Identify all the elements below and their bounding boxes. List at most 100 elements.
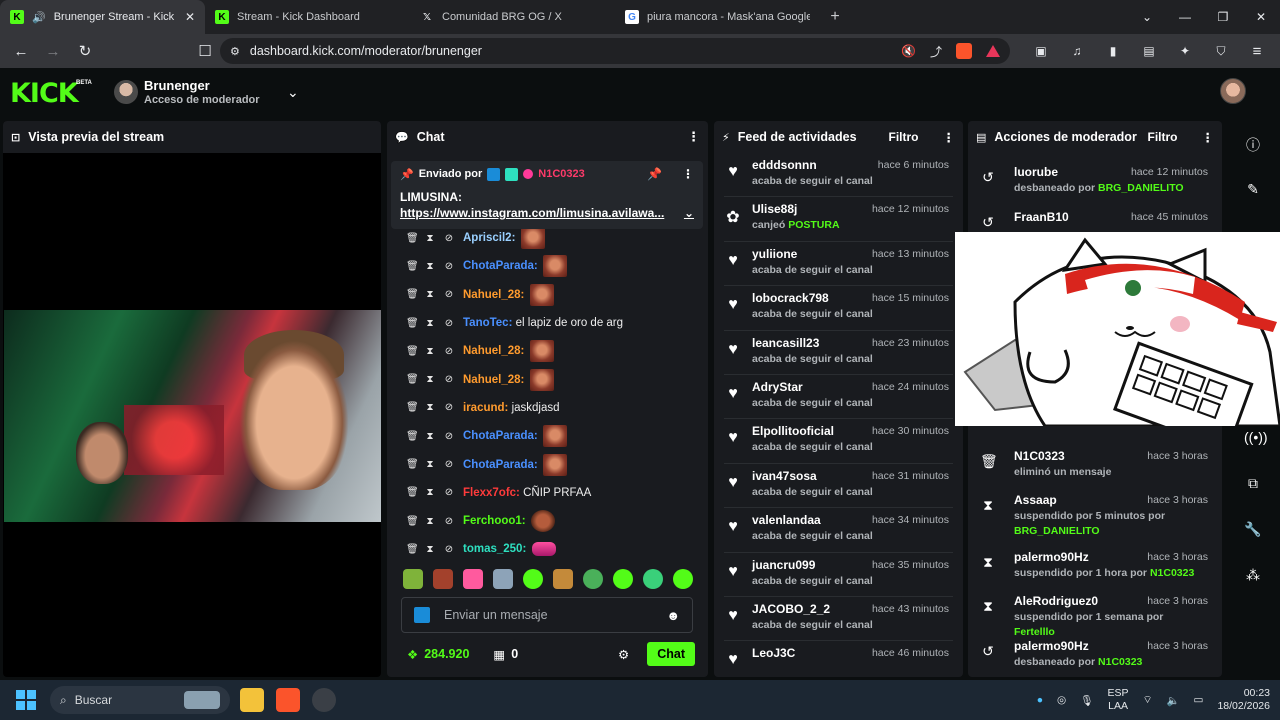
more-options-icon[interactable]: ⋮ — [687, 129, 700, 145]
mod-target-user[interactable]: palermo90Hz — [1014, 639, 1089, 653]
timeout-icon[interactable]: ⧗ — [425, 402, 435, 413]
pinned-message[interactable]: 📌 Enviado por N1C0323 📌 ⋮ LIMUSINA: http… — [391, 161, 703, 229]
filter-button[interactable]: Filtro — [889, 130, 919, 144]
moderator-action-item[interactable]: ↺ palermo90Hz desbaneado por N1C0323 hace 3… — [976, 639, 1212, 677]
mute-icon[interactable]: 🔇 — [901, 44, 916, 58]
more-options-icon[interactable]: ⋮ — [1202, 130, 1215, 145]
unpin-icon[interactable]: 📌 — [647, 167, 662, 181]
sidebar-icon[interactable]: ▮ — [1100, 38, 1126, 64]
activity-user[interactable]: AdryStar — [752, 380, 873, 394]
activity-item[interactable]: ♥ Elpollitooficial acaba de seguir el cana… — [724, 419, 953, 464]
mod-target-user[interactable]: AleRodriguez0 — [1014, 594, 1098, 608]
layout-icon[interactable]: ⧉ — [1244, 475, 1262, 492]
points-count[interactable]: 284.920 — [424, 647, 469, 661]
chevron-down-icon[interactable]: ⌄ — [684, 205, 694, 221]
timeout-icon[interactable]: ⧗ — [425, 487, 435, 498]
activity-item[interactable]: ♥ lobocrack798 acaba de seguir el canal ha… — [724, 286, 953, 331]
address-bar[interactable]: ⚙ dashboard.kick.com/moderator/brunenger… — [220, 38, 1010, 64]
chat-username[interactable]: Nahuel_28: — [463, 374, 524, 386]
activity-user[interactable]: edddsonnn — [752, 158, 873, 172]
chat-message[interactable]: 🗑 ⧗ ⊘ Flexx7ofc: CÑIP PRFAA — [387, 479, 708, 507]
moderator-action-item[interactable]: 🗑 N1C0323 eliminó un mensaje hace 3 horas — [976, 449, 1212, 489]
activity-item[interactable]: ♥ juancru099 acaba de seguir el canal hace… — [724, 553, 953, 597]
forward-button[interactable]: → — [40, 38, 66, 64]
timeout-icon[interactable]: ⧗ — [425, 346, 435, 357]
brave-shields-icon[interactable] — [956, 43, 972, 59]
activity-item[interactable]: ♥ edddsonnn acaba de seguir el canal hace … — [724, 153, 953, 198]
chat-username[interactable]: ChotaParada: — [463, 260, 538, 272]
menu-icon[interactable]: ≡ — [1244, 38, 1270, 64]
apps-icon[interactable]: ⁂ — [1244, 567, 1262, 584]
stream-video[interactable] — [4, 310, 381, 522]
timeout-icon[interactable]: ⧗ — [425, 544, 435, 555]
mod-actor[interactable]: BRG_DANIELITO — [1014, 525, 1100, 537]
ban-icon[interactable]: ⊘ — [444, 544, 454, 555]
emote-button[interactable] — [643, 569, 663, 589]
back-button[interactable]: ← — [8, 38, 34, 64]
more-options-icon[interactable]: ⋮ — [682, 167, 694, 181]
activity-user[interactable]: JACOBO_2_2 — [752, 602, 873, 616]
chat-message[interactable]: 🗑 ⧗ ⊘ Nahuel_28: — [387, 281, 708, 309]
ban-icon[interactable]: ⊘ — [444, 346, 454, 357]
broadcast-icon[interactable]: ((•)) — [1244, 429, 1268, 445]
chat-username[interactable]: iracund: — [463, 402, 508, 414]
activity-item[interactable]: ♥ LeoJ3C hace 46 minutos — [724, 641, 953, 677]
activity-user[interactable]: juancru099 — [752, 558, 873, 572]
brave-browser-icon[interactable] — [276, 688, 300, 712]
activity-user[interactable]: ivan47sosa — [752, 469, 873, 483]
ban-icon[interactable]: ⊘ — [444, 459, 454, 470]
new-tab-button[interactable]: + — [820, 0, 850, 34]
chat-message-list[interactable]: 🗑 ⧗ ⊘ Apriscil2: 🗑 ⧗ ⊘ ChotaParada: 🗑 ⧗ ⊘ Nahuel_… — [387, 224, 708, 564]
channel-avatar[interactable] — [114, 80, 138, 104]
moderator-action-item[interactable]: ⧗ palermo90Hz suspendido por 1 hora por N1… — [976, 550, 1212, 590]
emoji-icon[interactable]: ☻ — [666, 608, 680, 623]
activity-item[interactable]: ♥ JACOBO_2_2 acaba de seguir el canal hace… — [724, 597, 953, 642]
user-avatar[interactable] — [1220, 78, 1246, 104]
activity-item[interactable]: ♥ ivan47sosa acaba de seguir el canal hace… — [724, 464, 953, 509]
emote-button[interactable] — [493, 569, 513, 589]
browser-tab-4[interactable]: G piura mancora - Mask'ana Google — [615, 0, 820, 34]
info-icon[interactable]: ⓘ — [1244, 135, 1262, 155]
emote-button[interactable] — [403, 569, 423, 589]
mod-target-user[interactable]: Assaap — [1014, 493, 1057, 507]
emote-button[interactable] — [613, 569, 633, 589]
activity-user[interactable]: Ulise88j — [752, 202, 840, 216]
delete-icon[interactable]: 🗑 — [406, 346, 419, 357]
clock[interactable]: 00:23 18/02/2026 — [1217, 687, 1270, 713]
mod-actor[interactable]: N1C0323 — [1150, 567, 1194, 579]
chat-message[interactable]: 🗑 ⧗ ⊘ iracund: jaskdjasd — [387, 394, 708, 422]
emote-button[interactable] — [673, 569, 693, 589]
activity-item[interactable]: ♥ leancasill23 acaba de seguir el canal ha… — [724, 331, 953, 375]
activity-user[interactable]: lobocrack798 — [752, 291, 873, 305]
media-icon[interactable]: ♫ — [1064, 38, 1090, 64]
ban-icon[interactable]: ⊘ — [444, 261, 454, 272]
delete-icon[interactable]: 🗑 — [406, 544, 419, 555]
ban-icon[interactable]: ⊘ — [444, 318, 454, 329]
wifi-icon[interactable]: ⌔ — [1143, 693, 1153, 707]
mod-actor[interactable]: N1C0323 — [1098, 656, 1142, 668]
mod-actor[interactable]: Fertelllo — [1014, 626, 1055, 638]
chat-message[interactable]: 🗑 ⧗ ⊘ ChotaParada: — [387, 252, 708, 280]
channel-name[interactable]: Brunenger — [144, 78, 210, 93]
chat-message[interactable]: 🗑 ⧗ ⊘ tomas_250: — [387, 535, 708, 563]
ban-icon[interactable]: ⊘ — [444, 233, 454, 244]
activity-item[interactable]: ♥ valenlandaa acaba de seguir el canal hac… — [724, 508, 953, 553]
ban-icon[interactable]: ⊘ — [444, 516, 454, 527]
chat-username[interactable]: ChotaParada: — [463, 430, 538, 442]
ban-icon[interactable]: ⊘ — [444, 402, 454, 413]
speaker-icon[interactable]: 🔊 — [32, 11, 46, 24]
wrench-icon[interactable]: 🔧 — [1244, 521, 1262, 538]
delete-icon[interactable]: 🗑 — [406, 402, 419, 413]
delete-icon[interactable]: 🗑 — [406, 374, 419, 385]
mod-target-user[interactable]: luorube — [1014, 165, 1058, 179]
chat-message[interactable]: 🗑 ⧗ ⊘ ChotaParada: — [387, 450, 708, 478]
chat-message[interactable]: 🗑 ⧗ ⊘ ChotaParada: — [387, 422, 708, 450]
share-icon[interactable]: ⤴ — [930, 43, 942, 60]
emote-button[interactable] — [463, 569, 483, 589]
activity-user[interactable]: Elpollitooficial — [752, 424, 873, 438]
chat-message[interactable]: 🗑 ⧗ ⊘ Nahuel_28: — [387, 337, 708, 365]
close-window-button[interactable]: ✕ — [1242, 0, 1280, 34]
taskbar-search[interactable]: ⌕ Buscar — [50, 686, 230, 714]
delete-icon[interactable]: 🗑 — [406, 459, 419, 470]
activity-item[interactable]: ♥ yuliione acaba de seguir el canal hace 1… — [724, 242, 953, 287]
